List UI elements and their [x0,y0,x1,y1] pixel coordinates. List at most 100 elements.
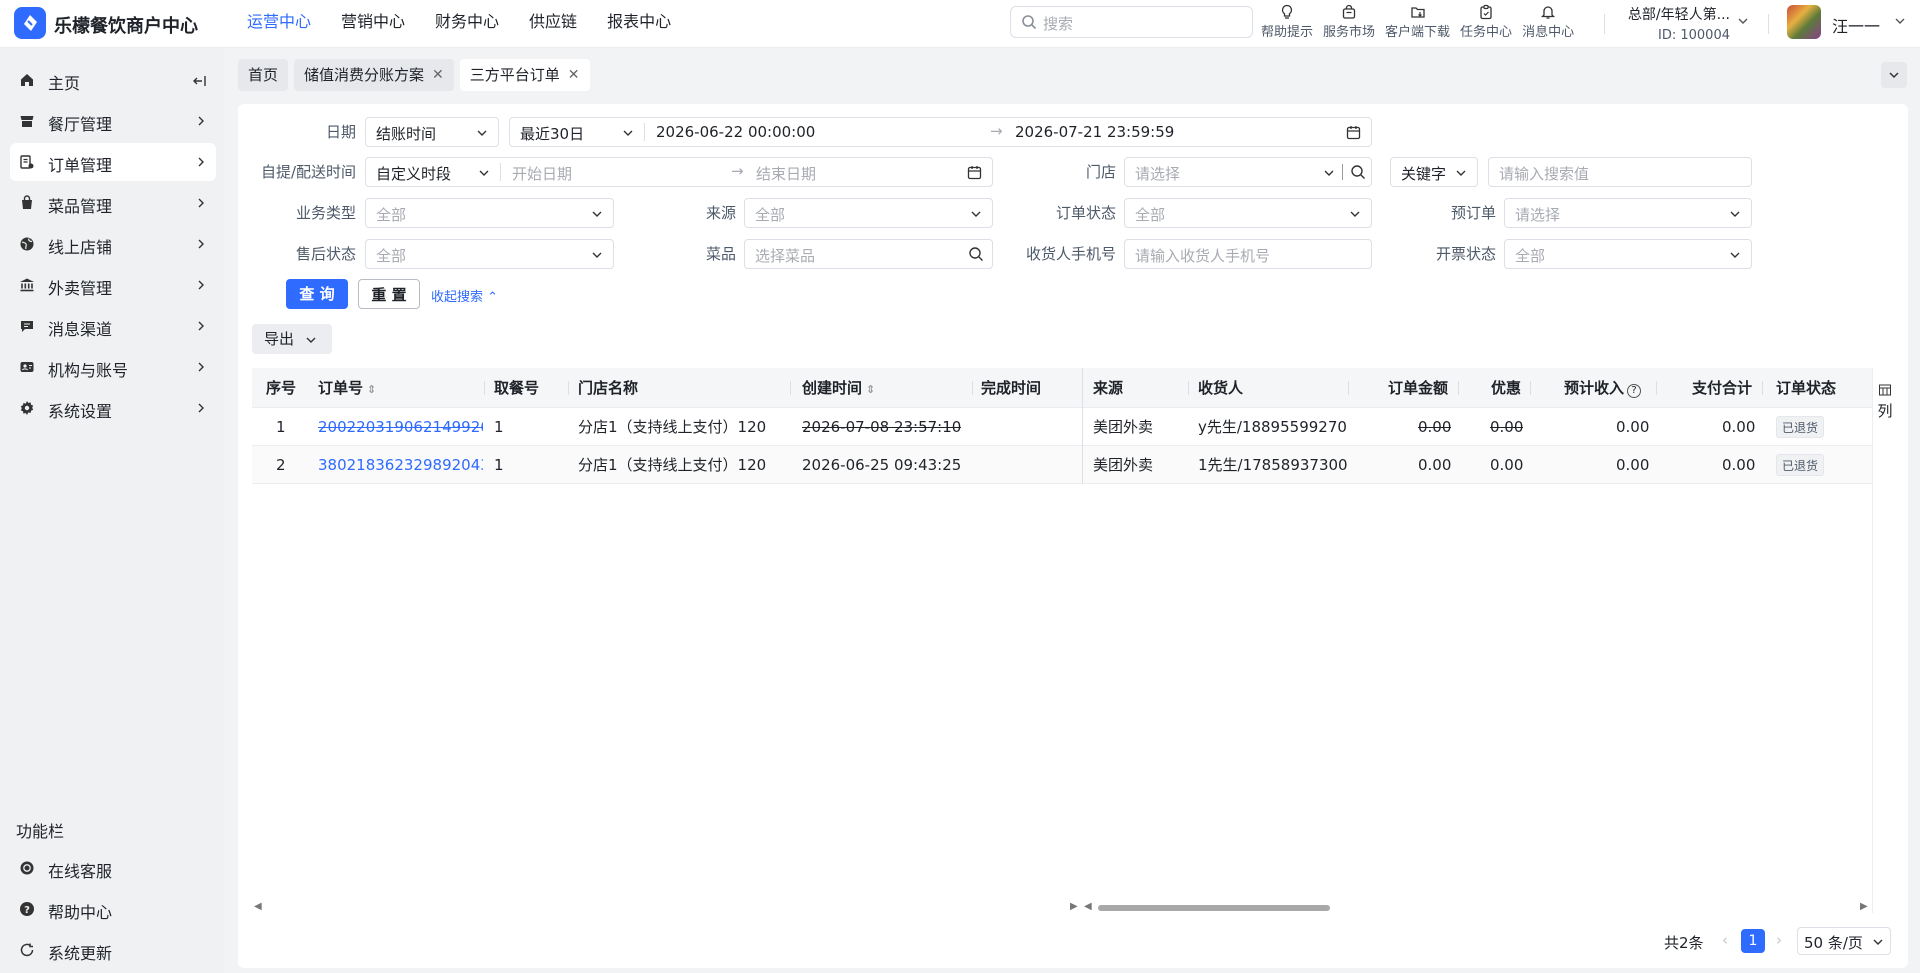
client-download-button[interactable]: 客户端下载 [1380,0,1455,44]
col-divider[interactable] [972,381,973,395]
sidebar-item-takeout[interactable]: 外卖管理 [10,266,216,304]
online-support-item[interactable]: 在线客服 [10,849,216,887]
search-icon [969,247,983,261]
sidebar-item-org-accounts[interactable]: 机构与账号 [10,348,216,386]
source-select[interactable]: 全部 [744,198,993,228]
order-no-link[interactable]: 2002203190621499265 [318,408,483,446]
scroll-left-icon[interactable]: ◀ [254,901,262,912]
table-row[interactable]: 2 3802183623298920434 1 分店1（支持线上支付）120 2… [252,446,1872,484]
invoice-status-select[interactable]: 全部 [1504,239,1752,269]
col-order-no[interactable]: 订单号 ⇕ [318,368,376,408]
sidebar-item-dishes[interactable]: 菜品管理 [10,184,216,222]
sidebar-item-orders[interactable]: 订单管理 [10,143,216,181]
col-divider[interactable] [790,381,791,395]
topnav-supply[interactable]: 供应链 [529,0,577,48]
col-divider[interactable] [484,381,485,395]
user-name[interactable]: 汪一一 [1832,13,1880,37]
global-search-input[interactable]: 搜索 [1010,6,1253,38]
page-1-button[interactable]: 1 [1741,929,1765,953]
after-sale-select[interactable]: 全部 [365,239,614,269]
topnav-reports[interactable]: 报表中心 [607,0,671,48]
topnav-ops[interactable]: 运营中心 [247,0,311,48]
help-tip-button[interactable]: 帮助提示 [1256,0,1318,44]
col-divider[interactable] [1458,381,1459,395]
sidebar-item-messages[interactable]: 消息渠道 [10,307,216,345]
col-divider[interactable] [1762,381,1763,395]
pickup-time-picker[interactable]: 自定义时段 开始日期 → 结束日期 [365,157,993,187]
avatar[interactable] [1787,5,1821,39]
close-icon[interactable]: ✕ [432,59,444,91]
scroll-right-icon[interactable]: ▶ [1070,901,1078,912]
message-center-button[interactable]: 消息中心 [1517,0,1579,44]
prev-page-icon[interactable]: ‹ [1722,931,1728,949]
service-market-button[interactable]: 服务市场 [1318,0,1380,44]
app-logo[interactable] [14,7,46,39]
scroll-left-icon[interactable]: ◀ [1084,901,1092,912]
tab-stored-value-split[interactable]: 储值消费分账方案 ✕ [294,59,454,91]
invoice-status-value: 全部 [1515,247,1546,265]
col-divider[interactable] [1530,381,1531,395]
biz-type-select[interactable]: 全部 [365,198,614,228]
keyword-type-select[interactable]: 关键字 [1390,157,1478,187]
topnav-finance[interactable]: 财务中心 [435,0,499,48]
col-divider[interactable] [1348,381,1349,395]
topnav-marketing[interactable]: 营销中心 [341,0,405,48]
order-no-link[interactable]: 3802183623298920434 [318,446,483,484]
date-type-select[interactable]: 结账时间 [365,117,499,147]
sidebar-item-settings[interactable]: 系统设置 [10,389,216,427]
system-update-item[interactable]: 系统更新 [10,931,216,969]
chevron-right-icon [198,403,204,413]
sort-icon[interactable]: ⇕ [363,383,376,396]
search-icon[interactable] [1350,164,1366,180]
reset-button[interactable]: 重 置 [358,279,420,309]
receiver-phone-input[interactable]: 请输入收货人手机号 [1124,239,1372,269]
dish-select[interactable]: 选择菜品 [744,239,993,269]
next-page-icon[interactable]: › [1776,931,1782,949]
sidebar-item-home[interactable]: 主页 [10,61,216,99]
task-center-button[interactable]: 任务中心 [1455,0,1517,44]
chevron-down-icon[interactable] [1893,14,1907,28]
pickup-start-input[interactable]: 开始日期 [512,163,572,184]
pickup-time-label: 自提/配送时间 [260,163,356,181]
chevron-down-icon [1456,170,1466,176]
col-paid: 支付合计 [1692,379,1753,397]
col-created[interactable]: 创建时间 ⇕ [802,368,875,408]
chevron-down-icon[interactable] [1736,14,1750,28]
keyword-input[interactable]: 请输入搜索值 [1488,157,1752,187]
store-select[interactable]: 请选择 [1124,157,1372,187]
col-divider[interactable] [1188,381,1189,395]
collapse-sidebar-icon[interactable] [192,73,208,89]
collapse-search-link[interactable]: 收起搜索 ⌃ [431,286,498,305]
export-button[interactable]: 导出 [252,324,332,354]
tabs-menu-button[interactable] [1881,62,1907,88]
order-status-select[interactable]: 全部 [1124,198,1372,228]
sidebar-item-online-store[interactable]: 线上店铺 [10,225,216,263]
table-row[interactable]: 1 2002203190621499265 1 分店1（支持线上支付）120 2… [252,408,1872,446]
biz-type-label: 业务类型 [295,204,356,222]
date-end-input[interactable]: 2026-07-21 23:59:59 [1015,123,1174,141]
tab-home[interactable]: 首页 [238,59,289,91]
date-start-input[interactable]: 2026-06-22 00:00:00 [656,123,815,141]
column-settings-button[interactable]: 列 [1875,382,1895,421]
date-range-picker[interactable]: 最近30日 2026-06-22 00:00:00 → 2026-07-21 2… [509,117,1372,147]
col-divider[interactable] [568,381,569,395]
page-size-select[interactable]: 50 条/页 [1797,927,1891,955]
col-divider[interactable] [1656,381,1657,395]
sort-icon[interactable]: ⇕ [862,383,875,396]
pickup-type-select[interactable]: 自定义时段 [376,163,451,184]
help-icon[interactable]: ? [1627,384,1642,398]
sidebar-item-restaurant[interactable]: 餐厅管理 [10,102,216,140]
date-type-value: 结账时间 [376,125,437,143]
close-icon[interactable]: ✕ [568,59,580,91]
table-scrollbar[interactable]: ◀ ▶ ◀ ▶ [252,901,1872,915]
tab-third-party-orders[interactable]: 三方平台订单 ✕ [459,59,590,91]
scrollbar-thumb[interactable] [1098,905,1330,911]
preorder-select[interactable]: 请选择 [1504,198,1752,228]
scroll-right-icon[interactable]: ▶ [1860,901,1868,912]
help-center-item[interactable]: ? 帮助中心 [10,890,216,928]
query-button[interactable]: 查 询 [286,279,348,309]
receiver: y先生/18895599270 [1198,418,1347,436]
date-range-preset[interactable]: 最近30日 [520,123,584,144]
pickup-end-input[interactable]: 结束日期 [756,163,816,184]
org-switcher[interactable]: 总部/年轻人第... ID: 100004 [1620,4,1730,43]
